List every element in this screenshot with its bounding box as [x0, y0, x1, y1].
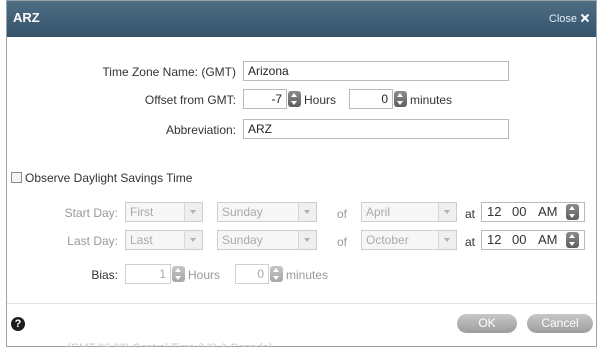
close-button[interactable]: Close [549, 13, 590, 25]
last-weekday-select[interactable]: Sunday [217, 230, 317, 250]
last-weekday-value: Sunday [222, 233, 263, 247]
bias-minutes-input[interactable]: 0 [235, 264, 269, 284]
start-time-spinner[interactable] [566, 204, 579, 220]
ok-button[interactable]: OK [457, 314, 517, 333]
dst-checkbox-label[interactable]: Observe Daylight Savings Time [25, 171, 192, 185]
start-of-label: of [337, 207, 348, 221]
start-weekday-value: Sunday [222, 205, 263, 219]
last-day-label: Last Day: [67, 234, 118, 248]
abbreviation-input[interactable]: ARZ [243, 119, 509, 139]
bias-minutes-unit: minutes [286, 268, 329, 282]
chevron-down-icon [184, 203, 202, 221]
last-month-select[interactable]: October [361, 230, 457, 250]
abbreviation-label: Abbreviation: [165, 123, 236, 137]
spin-down-icon [291, 101, 297, 105]
last-month-value: October [366, 233, 409, 247]
close-icon [580, 13, 590, 23]
timezone-dialog: ARZ Close Time Zone Name: (GMT) Arizona … [6, 0, 597, 347]
spin-down-icon [175, 276, 181, 280]
help-icon[interactable]: ? [11, 317, 25, 331]
start-at-label: at [465, 207, 476, 221]
start-minute[interactable]: 00 [512, 203, 526, 221]
spin-up-icon [273, 268, 279, 272]
tz-name-label: Time Zone Name: (GMT) [102, 65, 236, 79]
chevron-down-icon [298, 231, 316, 249]
spin-up-icon [569, 234, 575, 238]
last-minute[interactable]: 00 [512, 231, 526, 249]
last-week-select[interactable]: Last [125, 230, 203, 250]
last-hour[interactable]: 12 [487, 231, 501, 249]
start-week-value: First [130, 205, 154, 219]
bias-hours-input[interactable]: 1 [125, 264, 171, 284]
start-month-select[interactable]: April [361, 202, 457, 222]
dialog-footer: ? OK Cancel (GMT-06:00) Central Time (US… [7, 303, 596, 347]
spin-down-icon [569, 242, 575, 246]
bias-hours-unit: Hours [188, 268, 221, 282]
cancel-button[interactable]: Cancel [527, 314, 593, 333]
spin-down-icon [273, 276, 279, 280]
background-partial-text: (GMT-06:00) Central Time (US & Canada) [67, 343, 272, 347]
offset-minutes-unit: minutes [410, 93, 453, 107]
start-weekday-select[interactable]: Sunday [217, 202, 317, 222]
start-ampm[interactable]: AM [538, 203, 558, 221]
close-label: Close [548, 13, 577, 25]
start-week-select[interactable]: First [125, 202, 203, 222]
spin-down-icon [569, 214, 575, 218]
spin-down-icon [397, 101, 403, 105]
last-time-spinner[interactable] [566, 232, 579, 248]
bias-minutes-spinner[interactable] [270, 266, 283, 282]
offset-minutes-spinner[interactable] [394, 91, 407, 107]
spin-up-icon [569, 206, 575, 210]
last-at-label: at [465, 235, 476, 249]
chevron-down-icon [184, 231, 202, 249]
last-of-label: of [337, 235, 348, 249]
dst-checkbox[interactable] [11, 172, 22, 183]
offset-minutes-input[interactable]: 0 [349, 89, 393, 109]
start-day-label: Start Day: [64, 206, 118, 220]
offset-label: Offset from GMT: [144, 93, 236, 107]
spin-up-icon [291, 93, 297, 97]
spin-up-icon [175, 268, 181, 272]
dialog-title: ARZ [13, 10, 40, 25]
offset-hours-spinner[interactable] [288, 91, 301, 107]
chevron-down-icon [438, 231, 456, 249]
dialog-titlebar: ARZ Close [7, 1, 596, 37]
tz-name-input[interactable]: Arizona [243, 61, 509, 81]
offset-hours-input[interactable]: -7 [243, 89, 287, 109]
bias-hours-spinner[interactable] [172, 266, 185, 282]
last-ampm[interactable]: AM [538, 231, 558, 249]
start-hour[interactable]: 12 [487, 203, 501, 221]
last-week-value: Last [130, 233, 153, 247]
bias-label: Bias: [91, 268, 118, 282]
spin-up-icon [397, 93, 403, 97]
chevron-down-icon [298, 203, 316, 221]
offset-hours-unit: Hours [304, 93, 337, 107]
start-month-value: April [366, 205, 391, 219]
chevron-down-icon [438, 203, 456, 221]
